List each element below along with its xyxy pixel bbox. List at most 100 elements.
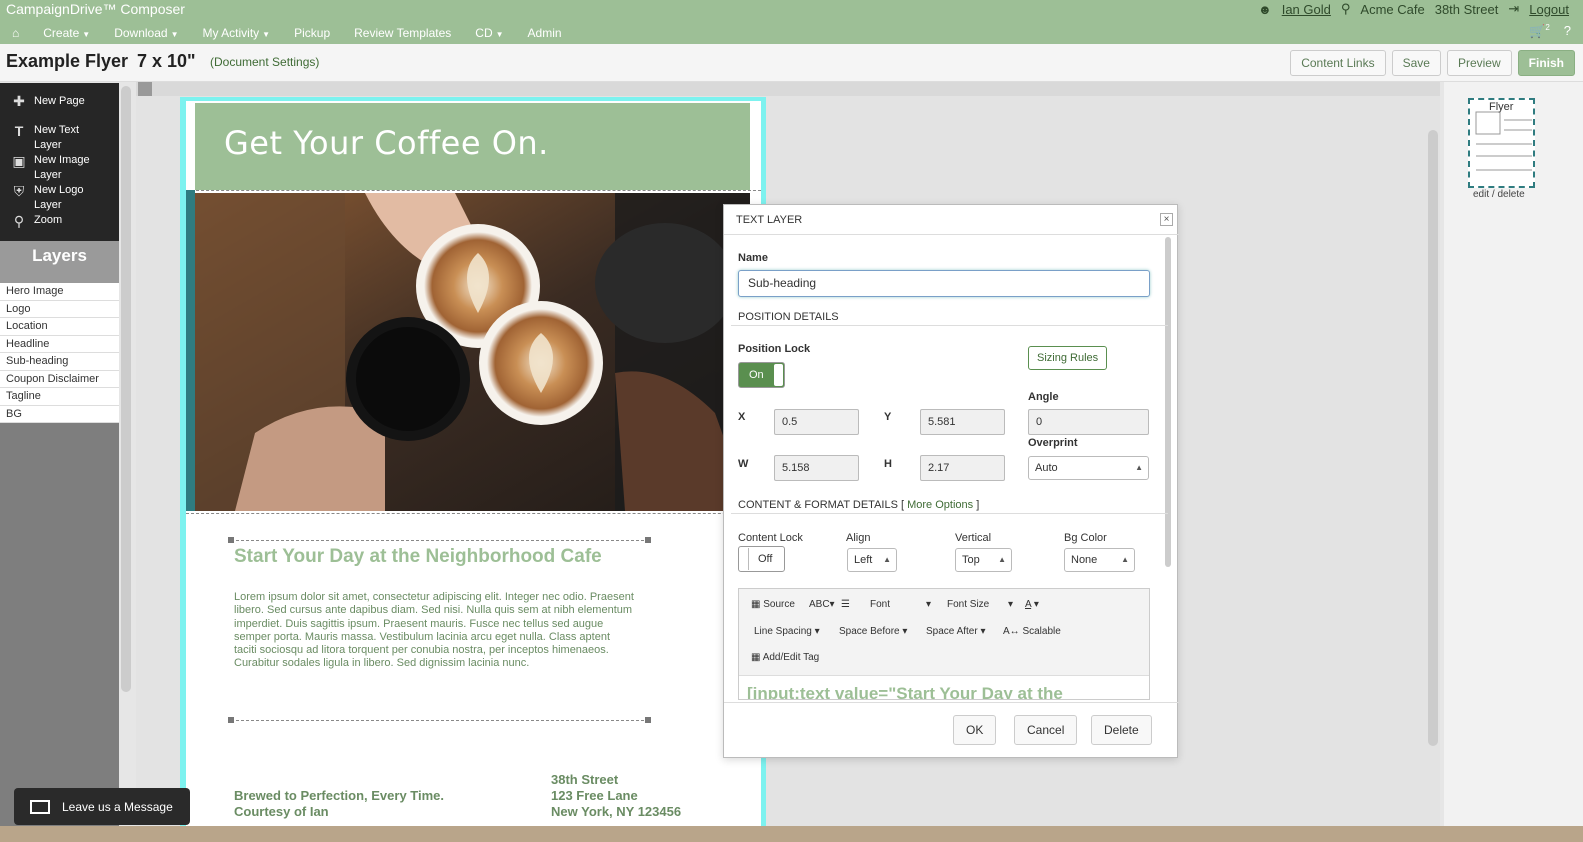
envelope-icon: [30, 799, 50, 814]
sizing-rules-button[interactable]: Sizing Rules: [1028, 346, 1108, 370]
zoom-tool[interactable]: ⚲ Zoom: [10, 213, 94, 230]
resize-handle[interactable]: [228, 717, 234, 723]
close-icon[interactable]: ×: [1160, 213, 1173, 226]
position-lock-label: Position Lock: [738, 343, 811, 355]
overprint-select[interactable]: Auto ▲: [1028, 456, 1149, 480]
layer-item-bg[interactable]: BG: [0, 405, 119, 423]
canvas-ruler: [136, 82, 1440, 96]
thumbnail-edit-delete[interactable]: edit / delete: [1473, 189, 1525, 200]
document-actions: Content Links Save Preview Finish: [1290, 50, 1575, 76]
nav-admin[interactable]: Admin: [516, 26, 574, 40]
top-right-icons: 🛒2 ?: [1529, 23, 1571, 39]
more-options-link[interactable]: More Options: [907, 499, 973, 511]
text-layer-dialog: TEXT LAYER × Name Sub-heading POSITION D…: [723, 204, 1179, 758]
home-icon[interactable]: ⌂: [0, 26, 31, 40]
finish-button[interactable]: Finish: [1517, 50, 1575, 76]
layer-item-hero-image[interactable]: Hero Image: [0, 283, 119, 301]
ok-button[interactable]: OK: [953, 715, 997, 745]
nav-review-templates[interactable]: Review Templates: [342, 26, 463, 40]
document-settings-link[interactable]: (Document Settings): [210, 55, 319, 69]
align-label: Align: [846, 532, 871, 544]
resize-handle[interactable]: [645, 717, 651, 723]
layer-item-sub-heading[interactable]: Sub-heading: [0, 353, 119, 371]
font-select[interactable]: Font ▾: [870, 599, 940, 610]
nav-create[interactable]: Create ▼: [31, 26, 102, 40]
image-icon: ▣: [12, 153, 26, 169]
text-icon: T: [14, 123, 24, 139]
location-name: Acme Cafe: [1360, 1, 1425, 17]
delete-button[interactable]: Delete: [1091, 715, 1152, 745]
layer-item-logo[interactable]: Logo: [0, 300, 119, 318]
document-size: 7 x 10": [137, 51, 196, 71]
space-after-select[interactable]: Space After ▾: [926, 626, 1001, 637]
layer-item-coupon-disclaimer[interactable]: Coupon Disclaimer: [0, 370, 119, 388]
line-spacing-select[interactable]: Line Spacing ▾: [754, 626, 829, 637]
body-text[interactable]: Lorem ipsum dolor sit amet, consectetur …: [234, 591, 634, 671]
divider: [731, 325, 1168, 326]
preview-button[interactable]: Preview: [1446, 50, 1512, 76]
subheading-layer[interactable]: Start Your Day at the Neighborhood Cafe: [234, 546, 602, 568]
resize-handle[interactable]: [645, 537, 651, 543]
user-area: ☻ Ian Gold ⚲ Acme Cafe 38th Street ⇥ Log…: [1258, 1, 1569, 17]
space-before-select[interactable]: Space Before ▾: [839, 626, 919, 637]
dialog-scrollbar[interactable]: [1165, 237, 1171, 567]
w-input[interactable]: 5.158: [774, 455, 859, 481]
content-links-button[interactable]: Content Links: [1290, 50, 1386, 76]
angle-input[interactable]: 0: [1028, 409, 1149, 435]
scalable-button[interactable]: A↔ Scalable: [1003, 626, 1061, 637]
position-lock-toggle[interactable]: On: [738, 362, 785, 388]
content-lock-toggle[interactable]: Off: [738, 546, 785, 572]
user-icon: ☻: [1258, 1, 1272, 17]
editor-content-text: [input:text value="Start Your Day at the: [747, 684, 1063, 700]
nav-my-activity[interactable]: My Activity ▼: [191, 26, 283, 40]
h-input[interactable]: 2.17: [920, 455, 1005, 481]
hero-image-layer[interactable]: [195, 193, 750, 511]
divider: [731, 513, 1168, 514]
new-text-layer-tool[interactable]: T New Text Layer: [10, 123, 94, 153]
source-button[interactable]: ▦ Source: [751, 599, 795, 610]
location-layer[interactable]: 38th Street 123 Free Lane New York, NY 1…: [551, 772, 681, 820]
location-pin-icon: ⚲: [1340, 1, 1351, 16]
layer-item-location[interactable]: Location: [0, 318, 119, 336]
nav-cd[interactable]: CD ▼: [463, 26, 515, 40]
cart-icon[interactable]: 🛒2: [1529, 23, 1550, 39]
new-logo-layer-tool[interactable]: ⛨ New Logo Layer: [10, 183, 94, 213]
canvas-scrollbar[interactable]: [1428, 130, 1438, 746]
list-icon[interactable]: ☰: [841, 599, 850, 610]
tools-panel: ✚ New Page T New Text Layer ▣ New Image …: [0, 83, 119, 241]
name-input[interactable]: Sub-heading: [738, 270, 1150, 297]
layers-panel: Layers Hero Image Logo Location Headline…: [0, 241, 119, 842]
x-input[interactable]: 0.5: [774, 409, 859, 435]
text-color-icon[interactable]: A ▾: [1025, 599, 1039, 610]
location-street: 38th Street: [1434, 1, 1499, 17]
nav-download[interactable]: Download ▼: [102, 26, 190, 40]
resize-handle[interactable]: [228, 537, 234, 543]
bg-color-select[interactable]: None ▲: [1064, 548, 1135, 572]
layer-item-tagline[interactable]: Tagline: [0, 388, 119, 406]
cancel-button[interactable]: Cancel: [1014, 715, 1078, 745]
tagline-layer[interactable]: Brewed to Perfection, Every Time. Courte…: [234, 788, 444, 820]
layers-scrollbar[interactable]: [121, 86, 131, 692]
vertical-select[interactable]: Top ▲: [955, 548, 1012, 572]
editor-content[interactable]: [input:text value="Start Your Day at the: [739, 675, 1149, 700]
save-button[interactable]: Save: [1391, 50, 1441, 76]
app-title: CampaignDrive™ Composer: [6, 1, 185, 17]
new-image-layer-tool[interactable]: ▣ New Image Layer: [10, 153, 94, 183]
logout-link[interactable]: Logout: [1529, 2, 1569, 17]
user-name-link[interactable]: Ian Gold: [1282, 2, 1331, 17]
y-input[interactable]: 5.581: [920, 409, 1005, 435]
spellcheck-icon[interactable]: ABC▾: [809, 599, 835, 610]
font-size-select[interactable]: Font Size ▾: [947, 599, 1017, 610]
add-edit-tag-button[interactable]: ▦ Add/Edit Tag: [751, 652, 819, 663]
subheading-box-bottom: [231, 720, 649, 721]
layer-item-headline[interactable]: Headline: [0, 335, 119, 353]
plus-icon: ✚: [13, 93, 25, 109]
help-icon[interactable]: ?: [1564, 23, 1571, 39]
document-header: Example Flyer 7 x 10" (Document Settings…: [0, 44, 1583, 82]
align-select[interactable]: Left ▲: [847, 548, 897, 572]
thumbnail-label: Flyer: [1489, 101, 1514, 113]
leave-message-widget[interactable]: Leave us a Message: [14, 788, 190, 825]
nav-pickup[interactable]: Pickup: [282, 26, 342, 40]
new-page-tool[interactable]: ✚ New Page: [10, 93, 94, 110]
headline-layer[interactable]: Get Your Coffee On.: [224, 124, 549, 162]
